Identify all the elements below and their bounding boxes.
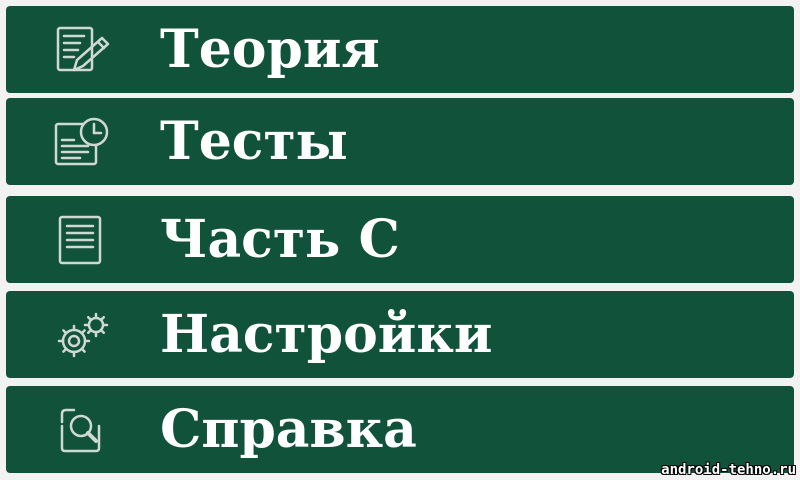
menu-item-tests[interactable]: Тесты — [6, 98, 794, 185]
menu-item-label: Справка — [160, 399, 417, 460]
menu-item-label: Часть С — [160, 209, 400, 270]
menu-item-help[interactable]: Справка — [6, 386, 794, 473]
edit-document-icon — [50, 24, 114, 76]
document-clock-icon — [50, 116, 114, 168]
gears-icon — [50, 309, 114, 361]
menu-item-settings[interactable]: Настройки — [6, 291, 794, 378]
menu-item-label: Тесты — [160, 111, 348, 172]
menu-item-theory[interactable]: Теория — [6, 6, 794, 93]
main-menu: Теория Тесты Часть С Настройки Справка a… — [0, 0, 800, 480]
document-icon — [50, 214, 114, 266]
watermark: android-tehno.ru — [661, 462, 796, 478]
menu-item-label: Настройки — [160, 304, 493, 365]
menu-item-label: Теория — [160, 19, 380, 80]
menu-item-part-c[interactable]: Часть С — [6, 196, 794, 283]
search-icon — [50, 404, 114, 456]
